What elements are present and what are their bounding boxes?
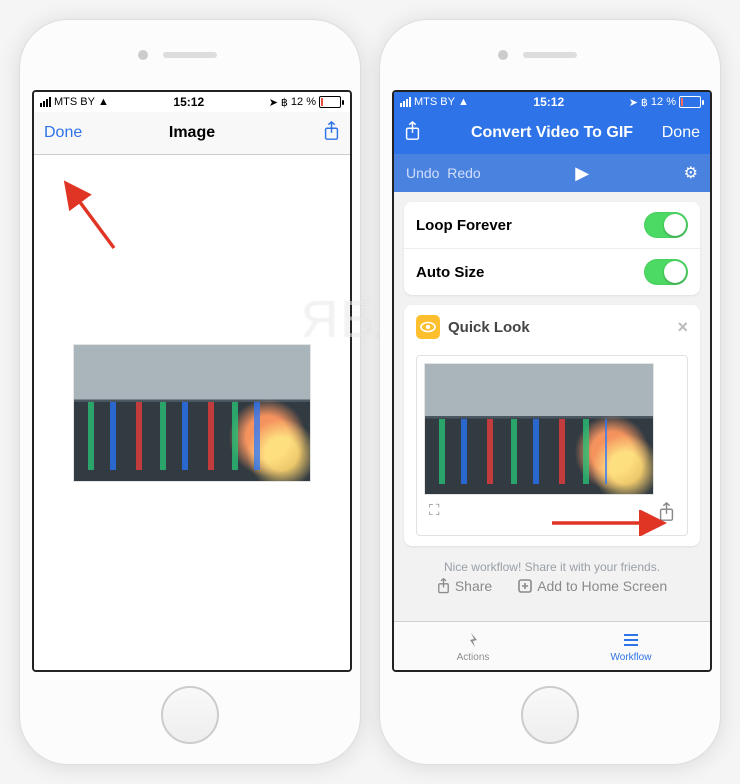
share-icon[interactable]	[404, 121, 421, 146]
phone-speaker	[523, 52, 577, 58]
loop-forever-row[interactable]: Loop Forever	[404, 202, 700, 248]
bluetooth-icon: ฿	[641, 96, 648, 109]
status-bar: MTS BY ▲ 15:12 ➤ ฿ 12 %	[394, 92, 710, 112]
quick-look-card: Quick Look × ⛶	[404, 305, 700, 546]
redo-button[interactable]: Redo	[447, 165, 480, 181]
location-icon: ➤	[269, 96, 278, 109]
undo-button[interactable]: Undo	[406, 165, 439, 181]
carrier-label: MTS BY	[54, 96, 95, 108]
nav-title: Convert Video To GIF	[456, 124, 648, 142]
signal-icon	[40, 97, 51, 107]
phone-speaker	[163, 52, 217, 58]
tab-workflow-label: Workflow	[611, 652, 652, 663]
done-button[interactable]: Done	[662, 124, 700, 142]
share-row: Share Add to Home Screen	[394, 578, 710, 602]
battery-pct: 12 %	[291, 96, 316, 108]
screen-left: MTS BY ▲ 15:12 ➤ ฿ 12 % Done Image	[32, 90, 352, 672]
options-card: Loop Forever Auto Size	[404, 202, 700, 295]
carrier-label: MTS BY	[414, 96, 455, 108]
quick-look-label: Quick Look	[448, 319, 530, 336]
home-button[interactable]	[521, 686, 579, 744]
share-hint: Nice workflow! Share it with your friend…	[394, 556, 710, 578]
battery-icon	[679, 96, 704, 108]
share-button[interactable]: Share	[437, 578, 492, 594]
close-icon[interactable]: ×	[677, 317, 688, 338]
tab-actions-label: Actions	[457, 652, 490, 663]
navbar: Convert Video To GIF Done	[394, 112, 710, 154]
bluetooth-icon: ฿	[281, 96, 288, 109]
tab-bar: Actions Workflow	[394, 621, 710, 670]
workflow-content[interactable]: Loop Forever Auto Size Quick Look ×	[394, 192, 710, 621]
auto-size-toggle[interactable]	[644, 259, 688, 285]
phone-right: MTS BY ▲ 15:12 ➤ ฿ 12 % Convert Video To…	[380, 20, 720, 764]
nav-title: Image	[96, 124, 288, 142]
share-icon[interactable]	[323, 121, 340, 146]
tab-workflow[interactable]: Workflow	[552, 622, 710, 670]
add-home-button[interactable]: Add to Home Screen	[518, 578, 667, 594]
quick-look-image	[425, 364, 653, 494]
navbar: Done Image	[34, 112, 350, 155]
quick-look-share-icon[interactable]	[658, 502, 675, 527]
signal-icon	[400, 97, 411, 107]
preview-image	[74, 345, 310, 481]
screen-right: MTS BY ▲ 15:12 ➤ ฿ 12 % Convert Video To…	[392, 90, 712, 672]
loop-forever-toggle[interactable]	[644, 212, 688, 238]
wifi-icon: ▲	[98, 96, 109, 108]
eye-icon	[416, 315, 440, 339]
phone-camera	[138, 50, 148, 60]
gear-icon[interactable]: ⚙	[684, 163, 698, 183]
auto-size-row[interactable]: Auto Size	[404, 248, 700, 295]
location-icon: ➤	[629, 96, 638, 109]
tab-actions[interactable]: Actions	[394, 622, 552, 670]
wifi-icon: ▲	[458, 96, 469, 108]
image-viewer[interactable]	[34, 155, 350, 670]
expand-icon[interactable]: ⛶	[429, 502, 440, 527]
phone-camera	[498, 50, 508, 60]
home-button[interactable]	[161, 686, 219, 744]
phone-left: MTS BY ▲ 15:12 ➤ ฿ 12 % Done Image	[20, 20, 360, 764]
status-bar: MTS BY ▲ 15:12 ➤ ฿ 12 %	[34, 92, 350, 112]
share-label: Share	[455, 578, 492, 594]
battery-icon	[319, 96, 344, 108]
quick-look-frame: ⛶	[416, 355, 688, 536]
play-icon[interactable]: ▶	[575, 163, 589, 183]
loop-forever-label: Loop Forever	[416, 217, 512, 234]
add-home-label: Add to Home Screen	[537, 578, 667, 594]
status-time: 15:12	[173, 95, 204, 109]
battery-pct: 12 %	[651, 96, 676, 108]
auto-size-label: Auto Size	[416, 264, 484, 281]
status-time: 15:12	[533, 95, 564, 109]
done-button[interactable]: Done	[44, 124, 82, 142]
editor-toolbar: Undo Redo ▶ ⚙	[394, 154, 710, 192]
